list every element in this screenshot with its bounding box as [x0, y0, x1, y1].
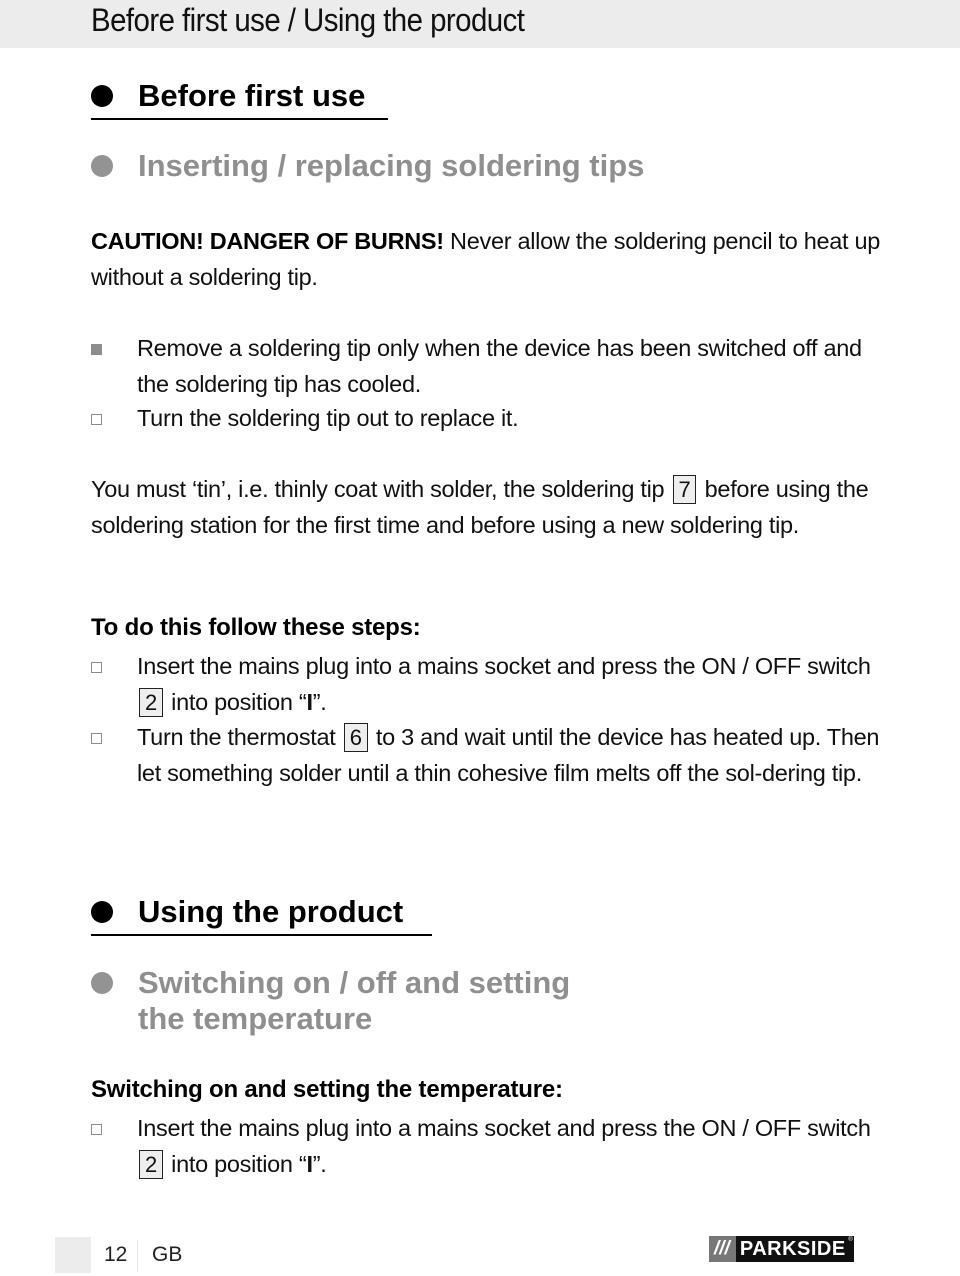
- list-item-text: Insert the mains plug into a mains socke…: [137, 1115, 871, 1179]
- paragraph-text: You must ‘tin’, i.e. thinly coat with so…: [91, 476, 671, 502]
- page-number: 12: [104, 1243, 128, 1266]
- reference-number-box: 2: [139, 1149, 163, 1179]
- subsection-heading-inserting-tips: Inserting / replacing soldering tips: [91, 148, 644, 184]
- bullet-dot-icon: [91, 901, 113, 923]
- list-item-text: Turn the thermostat 6 to 3 and wait unti…: [137, 723, 880, 786]
- hollow-square-bullet-icon: [91, 414, 102, 425]
- logo-brand: PARKSIDE: [735, 1236, 854, 1262]
- steps-heading: To do this follow these steps:: [91, 614, 421, 641]
- list-item: Turn the soldering tip out to replace it…: [91, 401, 881, 437]
- list-item-text: Remove a soldering tip only when the dev…: [137, 335, 862, 397]
- section-heading-using-product: Using the product: [91, 894, 403, 930]
- heading-line-2: the temperature: [138, 1001, 373, 1036]
- list-item: Remove a soldering tip only when the dev…: [91, 331, 881, 402]
- list-item: Turn the thermostat 6 to 3 and wait unti…: [91, 720, 881, 791]
- page-title: Before first use / Using the product: [91, 2, 525, 38]
- subsection-heading-switching: Switching on / off and setting the tempe…: [91, 965, 570, 1037]
- bullet-dot-icon: [91, 85, 113, 107]
- registered-mark-icon: ®: [848, 1237, 853, 1243]
- heading-text: Using the product: [138, 894, 404, 929]
- list-item: Insert the mains plug into a mains socke…: [91, 649, 881, 720]
- list-item: Insert the mains plug into a mains socke…: [91, 1111, 881, 1182]
- heading-text: Before first use: [138, 78, 366, 113]
- hollow-square-bullet-icon: [91, 662, 102, 673]
- bullet-dot-icon: [91, 155, 113, 177]
- caution-paragraph: CAUTION! DANGER OF BURNS! Never allow th…: [91, 224, 881, 295]
- tinning-paragraph: You must ‘tin’, i.e. thinly coat with so…: [91, 472, 881, 543]
- section-heading-before-first-use: Before first use: [91, 78, 365, 114]
- parkside-logo: /// PARKSIDE ®: [709, 1236, 854, 1262]
- header-bar: Before first use / Using the product: [0, 0, 960, 48]
- list-item-text: Turn the soldering tip out to replace it…: [137, 405, 519, 431]
- hollow-square-bullet-icon: [91, 1124, 102, 1135]
- list-item-text: Insert the mains plug into a mains socke…: [137, 653, 871, 717]
- language-code: GB: [152, 1243, 183, 1266]
- heading-underline: [91, 934, 432, 936]
- reference-number-box: 7: [672, 475, 697, 504]
- footer-divider: [137, 1240, 138, 1272]
- reference-number-box: 2: [139, 687, 163, 717]
- hollow-square-bullet-icon: [91, 733, 102, 744]
- footer-tab-marker: [55, 1237, 91, 1273]
- filled-square-bullet-icon: [91, 344, 102, 355]
- heading-underline: [91, 118, 388, 120]
- caution-label: CAUTION! DANGER OF BURNS!: [91, 228, 444, 254]
- heading-text: Inserting / replacing soldering tips: [138, 148, 645, 183]
- switching-on-heading: Switching on and setting the temperature…: [91, 1076, 563, 1103]
- bullet-dot-icon: [91, 972, 113, 994]
- heading-line-1: Switching on / off and setting: [138, 965, 571, 1000]
- reference-number-box: 6: [343, 723, 368, 752]
- logo-slashes: ///: [709, 1236, 736, 1262]
